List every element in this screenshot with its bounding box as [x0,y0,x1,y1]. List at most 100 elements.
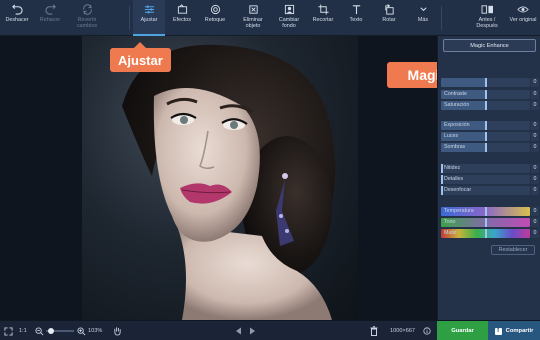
slider-value[interactable]: 0 [531,78,539,87]
slider-value[interactable]: 0 [531,218,539,227]
more-button[interactable]: Más [410,0,436,36]
save-button-label: Guardar [451,328,474,334]
slider-handle[interactable] [484,207,487,216]
slider-value[interactable]: 0 [531,132,539,141]
undo-icon [11,4,23,15]
slider-row[interactable]: Detalles 0 [441,175,539,184]
slider-row[interactable]: Saturación 0 [441,101,539,110]
reset-button-label: Restablecer [498,247,528,253]
zoom-slider[interactable] [46,321,74,340]
zoom-in-button[interactable] [77,321,86,340]
slider-row[interactable]: Exposición 0 [441,121,539,130]
slider-value[interactable]: 0 [531,121,539,130]
save-button[interactable]: Guardar [437,321,488,340]
tab-text[interactable]: Texto [341,0,371,36]
slider-handle[interactable] [484,101,487,110]
hand-tool-button[interactable] [113,321,122,340]
photo-editor-window: Deshacer Rehacer Revertir cambios Ajusta… [0,0,540,340]
slider-label: Sombras [444,144,466,150]
slider-track[interactable]: Tono [441,218,530,227]
zoom-level: 103% [88,321,102,340]
toolbar-divider [129,6,130,30]
slider-label: Matiz [444,230,457,236]
slider-handle[interactable] [441,186,443,195]
slider-row[interactable]: Luces 0 [441,132,539,141]
slider-track[interactable]: Matiz [441,229,530,238]
slider-handle[interactable] [484,132,487,141]
slider-row[interactable]: Tono 0 [441,218,539,227]
slider-track[interactable]: Exposición [441,121,530,130]
slider-track[interactable]: Nitidez [441,164,530,173]
effects-icon [177,4,187,14]
arrow-left-icon [236,327,241,335]
tab-effects[interactable]: Efectos [167,0,197,36]
actual-size-button[interactable]: 1:1 [19,321,27,340]
before-after-button[interactable]: Antes / Después [470,0,504,36]
magic-enhance-button[interactable]: Magic Enhance [443,39,536,52]
next-image-button[interactable] [249,321,256,340]
image-dimensions-value: 1000×667 [390,328,416,334]
slider-row[interactable]: Desenfocar 0 [441,186,539,195]
previous-image-button[interactable] [235,321,242,340]
tab-rotate[interactable]: Rotar [374,0,404,36]
tab-retouch[interactable]: Retoque [200,0,230,36]
main-toolbar: Deshacer Rehacer Revertir cambios Ajusta… [0,0,540,36]
tab-change-background[interactable]: Cambiar fondo [272,0,306,36]
zoom-out-button[interactable] [35,321,44,340]
slider-handle[interactable] [441,175,443,184]
slider-track[interactable]: Detalles [441,175,530,184]
slider-track[interactable]: Luces [441,132,530,141]
slider-handle[interactable] [484,229,487,238]
redo-label: Rehacer [39,17,61,23]
slider-handle[interactable] [441,164,443,173]
slider-row[interactable]: Sombras 0 [441,143,539,152]
slider-value[interactable]: 0 [531,164,539,173]
slider-row[interactable]: Contraste 0 [441,90,539,99]
slider-value[interactable]: 0 [531,175,539,184]
tab-remove-object[interactable]: Eliminar objeto [236,0,270,36]
slider-track[interactable]: Temperatura [441,207,530,216]
slider-track[interactable]: Saturación [441,101,530,110]
tab-crop[interactable]: Recortar [308,0,338,36]
slider-label: Tono [444,219,456,225]
share-button[interactable]: f Compartir [488,321,540,340]
slider-row[interactable]: Nitidez 0 [441,164,539,173]
slider-label: Nitidez [444,165,461,171]
sliders-icon [144,5,154,14]
portrait-photo[interactable] [82,36,358,320]
slider-handle[interactable] [484,121,487,130]
info-button[interactable] [423,321,431,340]
arrow-right-icon [250,327,255,335]
slider-handle[interactable] [484,90,487,99]
slider-track[interactable]: Sombras [441,143,530,152]
slider-handle[interactable] [484,218,487,227]
slider-handle[interactable] [484,143,487,152]
slider-value[interactable]: 0 [531,101,539,110]
slider-track[interactable]: Desenfocar [441,186,530,195]
zoom-slider-handle[interactable] [48,328,54,334]
slider-value[interactable]: 0 [531,229,539,238]
slider-handle[interactable] [484,78,487,87]
view-original-button[interactable]: Ver original [507,0,539,36]
redo-button[interactable]: Rehacer [34,0,66,36]
image-canvas[interactable]: Ajustar Magic Enhance [0,36,437,320]
undo-button[interactable]: Deshacer [2,0,32,36]
revert-button[interactable]: Revertir cambios [70,0,104,36]
tab-adjust[interactable]: Ajustar [133,0,165,36]
slider-row[interactable]: Temperatura 0 [441,207,539,216]
slider-row[interactable]: 0 [441,78,539,87]
zoom-level-value: 103% [88,328,103,334]
slider-value[interactable]: 0 [531,143,539,152]
slider-value[interactable]: 0 [531,207,539,216]
revert-icon [82,4,92,15]
slider-value[interactable]: 0 [531,186,539,195]
fit-screen-button[interactable] [4,321,13,340]
slider-track[interactable]: Contraste [441,90,530,99]
reset-button[interactable]: Restablecer [491,245,535,255]
compare-icon [481,5,493,14]
delete-button[interactable] [370,321,378,340]
slider-label: Saturación [444,102,470,108]
slider-value[interactable]: 0 [531,90,539,99]
slider-row[interactable]: Matiz 0 [441,229,539,238]
slider-track[interactable] [441,78,530,87]
